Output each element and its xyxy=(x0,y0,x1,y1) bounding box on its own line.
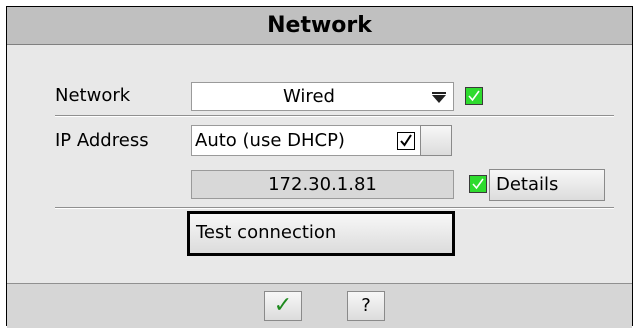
network-select[interactable]: Wired xyxy=(191,82,427,111)
ok-check-icon: ✓ xyxy=(273,293,293,318)
ip-address-field: 172.30.1.81 xyxy=(191,170,454,199)
dhcp-options-button[interactable] xyxy=(420,125,452,156)
help-button-label: ? xyxy=(361,295,371,316)
network-select-value: Wired xyxy=(283,86,335,107)
network-enabled-checkbox[interactable] xyxy=(465,87,483,105)
network-label: Network xyxy=(55,85,131,106)
details-checkbox[interactable] xyxy=(469,175,487,193)
check-icon xyxy=(468,90,480,102)
check-icon xyxy=(472,178,484,190)
help-button[interactable]: ? xyxy=(347,291,385,321)
details-button-label: Details xyxy=(496,174,559,195)
details-button[interactable]: Details xyxy=(489,169,605,201)
network-dropdown-button[interactable] xyxy=(426,82,454,111)
separator xyxy=(55,207,614,209)
ok-button[interactable]: ✓ xyxy=(264,291,302,321)
dialog-footer: ✓ ? xyxy=(7,283,632,328)
dhcp-mode-field[interactable]: Auto (use DHCP) xyxy=(191,125,422,156)
network-dialog: Network Network Wired IP Address Auto (u… xyxy=(6,6,633,328)
separator xyxy=(55,115,614,117)
ip-address-label: IP Address xyxy=(55,130,149,151)
dialog-title: Network xyxy=(7,7,632,45)
dhcp-mode-label: Auto (use DHCP) xyxy=(195,130,345,151)
check-icon xyxy=(400,134,412,147)
test-connection-label: Test connection xyxy=(196,222,337,243)
test-connection-button[interactable]: Test connection xyxy=(187,211,455,256)
chevron-down-icon xyxy=(432,92,446,103)
dhcp-checkbox[interactable] xyxy=(397,132,415,150)
ip-address-value: 172.30.1.81 xyxy=(268,174,377,195)
